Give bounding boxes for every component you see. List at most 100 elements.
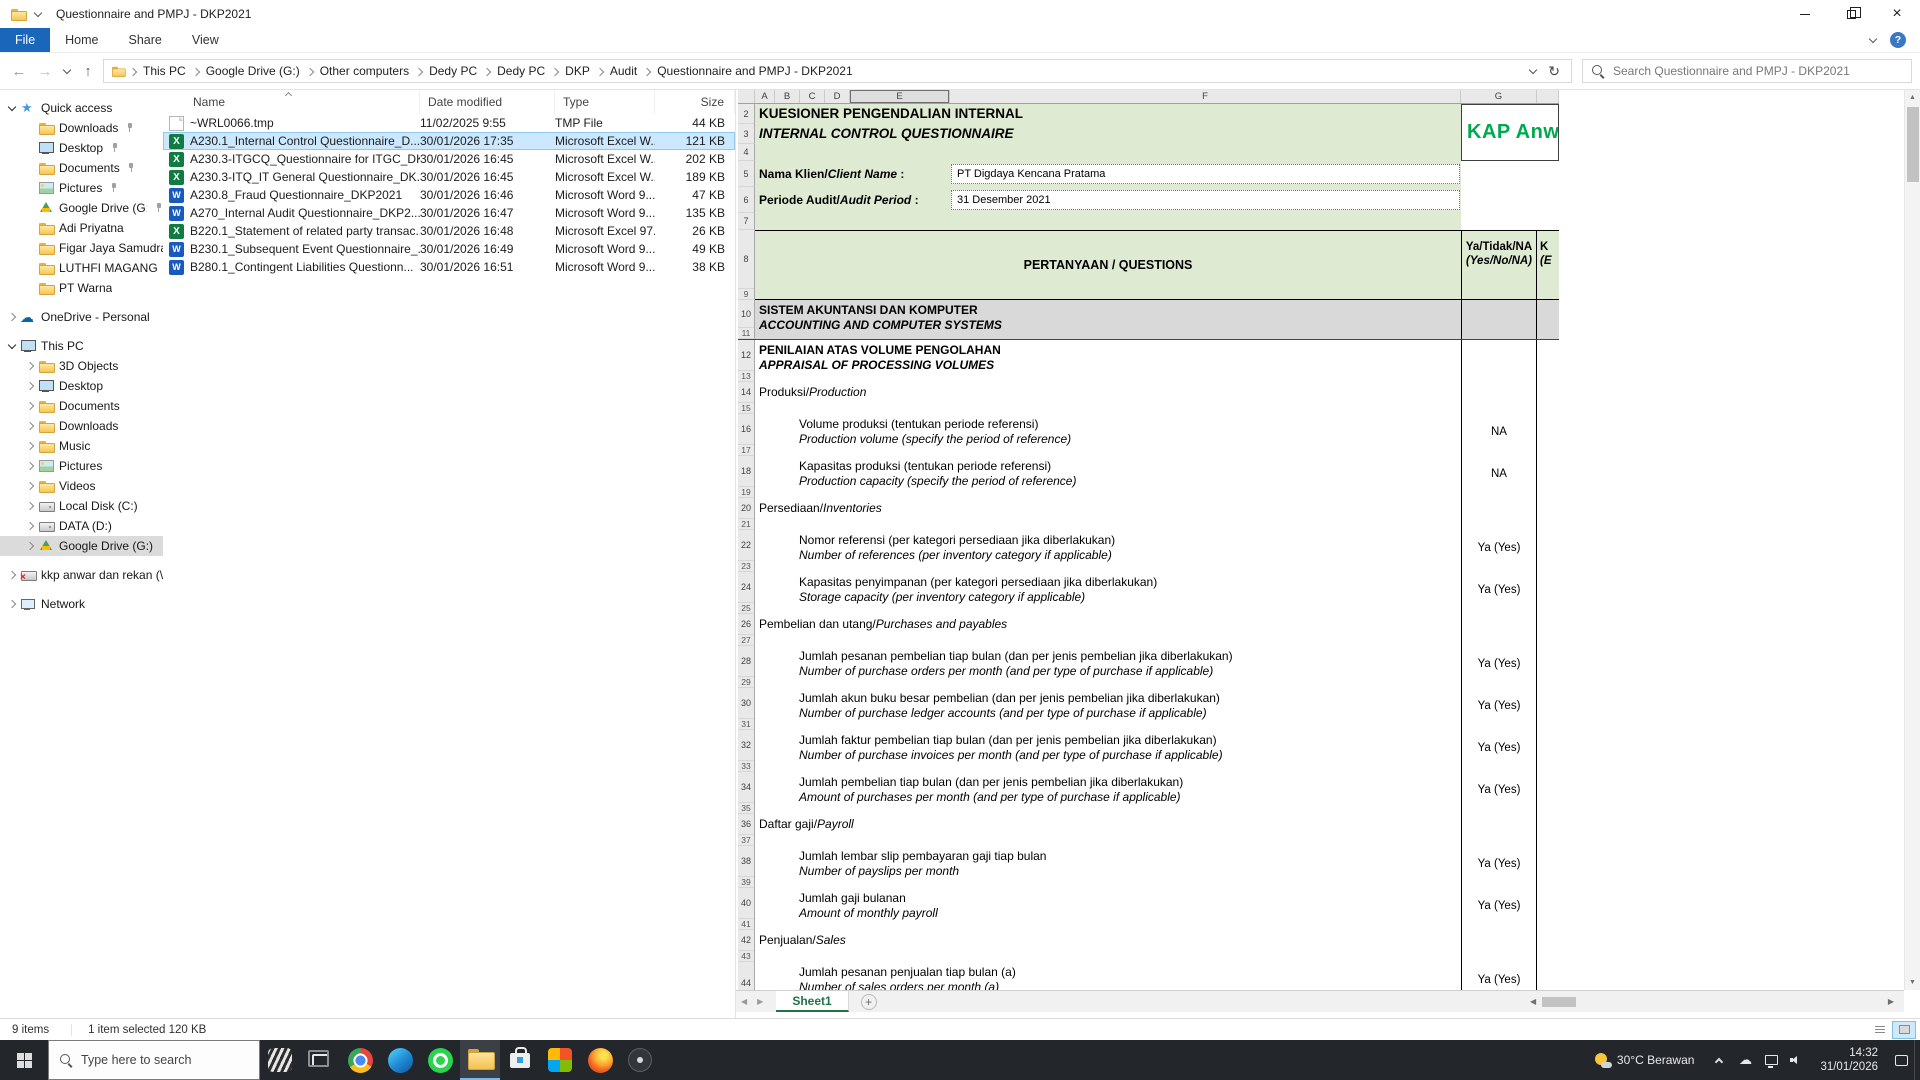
taskbar-app-whatsapp[interactable]	[420, 1040, 460, 1080]
forward-button[interactable]: →	[34, 60, 56, 82]
start-button[interactable]	[0, 1040, 48, 1080]
column-header-type[interactable]: Type	[555, 90, 655, 114]
sheet-tab[interactable]: Sheet1	[776, 991, 848, 1012]
sidebar-item-adi-priyatna[interactable]: Adi Priyatna	[0, 218, 163, 238]
chevron-collapsed-icon[interactable]	[26, 482, 34, 490]
sidebar-item-onedrive-personal[interactable]: OneDrive - Personal	[0, 307, 163, 327]
sidebar-item-quick-access[interactable]: Quick access	[0, 98, 163, 118]
weather-widget[interactable]: 30°C Berawan	[1583, 1053, 1707, 1068]
sidebar-item-pt-warna[interactable]: PT Warna	[0, 278, 163, 298]
sidebar-item-pictures-2[interactable]: Pictures	[0, 456, 163, 476]
action-center-button[interactable]	[1888, 1040, 1914, 1080]
column-header-date-modified[interactable]: Date modified	[420, 90, 555, 114]
taskbar-app-task-view[interactable]	[300, 1040, 340, 1080]
breadcrumb-segment[interactable]: Google Drive (G:)	[201, 64, 305, 78]
horizontal-scrollbar-thumb[interactable]	[1542, 997, 1576, 1007]
taskbar-app-photos[interactable]	[540, 1040, 580, 1080]
sidebar-item-3d-objects[interactable]: 3D Objects	[0, 356, 163, 376]
taskbar-app-firefox[interactable]	[580, 1040, 620, 1080]
taskbar-app-edge[interactable]	[380, 1040, 420, 1080]
file-row[interactable]: A230.3-ITQ_IT General Questionnaire_DK..…	[163, 168, 735, 186]
address-dropdown-icon[interactable]	[1529, 66, 1537, 74]
back-button[interactable]: ←	[8, 60, 30, 82]
ribbon-expand-icon[interactable]	[1869, 35, 1877, 43]
chevron-expanded-icon[interactable]	[8, 103, 16, 111]
file-row[interactable]: B280.1_Contingent Liabilities Questionn.…	[163, 258, 735, 276]
sidebar-item-kkp-anwar-dan-rekan[interactable]: kkp anwar dan rekan (\\1	[0, 565, 163, 585]
sidebar-item-this-pc[interactable]: This PC	[0, 336, 163, 356]
breadcrumb-segment[interactable]: Other computers	[315, 64, 414, 78]
quick-access-toolbar-dropdown-icon[interactable]	[34, 9, 42, 17]
ribbon-tab-file[interactable]: File	[0, 28, 50, 52]
breadcrumb-segment[interactable]: Dedy PC	[492, 64, 550, 78]
scroll-left-icon[interactable]: ◀	[1526, 997, 1540, 1006]
chevron-collapsed-icon[interactable]	[26, 502, 34, 510]
sidebar-item-local-disk-c[interactable]: Local Disk (C:)	[0, 496, 163, 516]
sidebar-item-network[interactable]: Network	[0, 594, 163, 614]
chevron-collapsed-icon[interactable]	[8, 600, 16, 608]
ribbon-tab-view[interactable]: View	[177, 28, 234, 52]
close-button[interactable]: ×	[1874, 0, 1920, 28]
file-row[interactable]: A230.3-ITGCQ_Questionnaire for ITGC_DK..…	[163, 150, 735, 168]
sidebar-item-music[interactable]: Music	[0, 436, 163, 456]
help-button[interactable]: ?	[1890, 32, 1906, 48]
vertical-scrollbar[interactable]: ▲ ▼	[1904, 90, 1920, 990]
taskbar-app-utility-app[interactable]	[620, 1040, 660, 1080]
horizontal-scrollbar[interactable]: ◀ ▶	[1526, 996, 1898, 1008]
chevron-expanded-icon[interactable]	[8, 341, 16, 349]
minimize-button[interactable]	[1782, 0, 1828, 28]
file-row[interactable]: A230.8_Fraud Questionnaire_DKP202130/01/…	[163, 186, 735, 204]
file-row[interactable]: ~WRL0066.tmp11/02/2025 9:55TMP File44 KB	[163, 114, 735, 132]
sidebar-item-downloads[interactable]: Downloads	[0, 118, 163, 138]
chevron-collapsed-icon[interactable]	[8, 313, 16, 321]
sidebar-item-google-drive-g-2[interactable]: Google Drive (G:)	[0, 536, 163, 556]
taskbar-clock[interactable]: 14:32 31/01/2026	[1810, 1046, 1888, 1074]
chevron-collapsed-icon[interactable]	[8, 571, 16, 579]
explorer-search-box[interactable]: Search Questionnaire and PMPJ - DKP2021	[1582, 59, 1912, 83]
column-header-name[interactable]: Name	[163, 90, 420, 114]
breadcrumb-segment[interactable]: Questionnaire and PMPJ - DKP2021	[652, 64, 857, 78]
breadcrumb-segment[interactable]: Audit	[605, 64, 642, 78]
taskbar-search-box[interactable]: Type here to search	[48, 1040, 260, 1080]
volume-tray-icon[interactable]	[1784, 1040, 1810, 1080]
scroll-right-icon[interactable]: ▶	[1884, 997, 1898, 1006]
breadcrumb-segment[interactable]: Dedy PC	[424, 64, 482, 78]
sidebar-item-documents[interactable]: Documents	[0, 158, 163, 178]
chevron-collapsed-icon[interactable]	[26, 542, 34, 550]
taskbar-app-chrome[interactable]	[340, 1040, 380, 1080]
taskbar-app-microsoft-store[interactable]	[500, 1040, 540, 1080]
scroll-up-icon[interactable]: ▲	[1909, 90, 1916, 105]
column-header-size[interactable]: Size	[655, 90, 735, 114]
onedrive-tray-icon[interactable]	[1732, 1040, 1758, 1080]
chevron-collapsed-icon[interactable]	[26, 382, 34, 390]
file-row[interactable]: A270_Internal Audit Questionnaire_DKP2..…	[163, 204, 735, 222]
up-button[interactable]: ↑	[77, 60, 99, 82]
sidebar-item-videos[interactable]: Videos	[0, 476, 163, 496]
network-tray-icon[interactable]	[1758, 1040, 1784, 1080]
large-icons-view-button[interactable]	[1892, 1021, 1916, 1039]
taskbar-app-zebra-shortcut[interactable]	[260, 1040, 300, 1080]
scroll-down-icon[interactable]: ▼	[1909, 975, 1916, 990]
chevron-collapsed-icon[interactable]	[26, 442, 34, 450]
sidebar-item-desktop-2[interactable]: Desktop	[0, 376, 163, 396]
show-desktop-button[interactable]	[1914, 1040, 1920, 1080]
chevron-collapsed-icon[interactable]	[26, 422, 34, 430]
sidebar-item-data-d[interactable]: DATA (D:)	[0, 516, 163, 536]
chevron-collapsed-icon[interactable]	[26, 522, 34, 530]
sidebar-item-downloads-2[interactable]: Downloads	[0, 416, 163, 436]
file-row[interactable]: A230.1_Internal Control Questionnaire_D.…	[163, 132, 735, 150]
file-row[interactable]: B230.1_Subsequent Event Questionnaire_..…	[163, 240, 735, 258]
breadcrumb-segment[interactable]: DKP	[560, 64, 595, 78]
sheet-nav-right-icon[interactable]: ▶	[752, 997, 768, 1006]
address-bar[interactable]: This PC Google Drive (G:) Other computers D…	[103, 59, 1572, 83]
restore-button[interactable]	[1828, 0, 1874, 28]
chevron-collapsed-icon[interactable]	[26, 402, 34, 410]
add-sheet-button[interactable]: +	[861, 994, 877, 1010]
sidebar-item-documents-2[interactable]: Documents	[0, 396, 163, 416]
taskbar-app-file-explorer[interactable]	[460, 1040, 500, 1080]
sidebar-item-desktop[interactable]: Desktop	[0, 138, 163, 158]
recent-locations-dropdown-icon[interactable]	[60, 60, 73, 82]
ribbon-tab-home[interactable]: Home	[50, 28, 113, 52]
breadcrumb-segment[interactable]: This PC	[138, 64, 191, 78]
vertical-scrollbar-thumb[interactable]	[1907, 107, 1919, 182]
